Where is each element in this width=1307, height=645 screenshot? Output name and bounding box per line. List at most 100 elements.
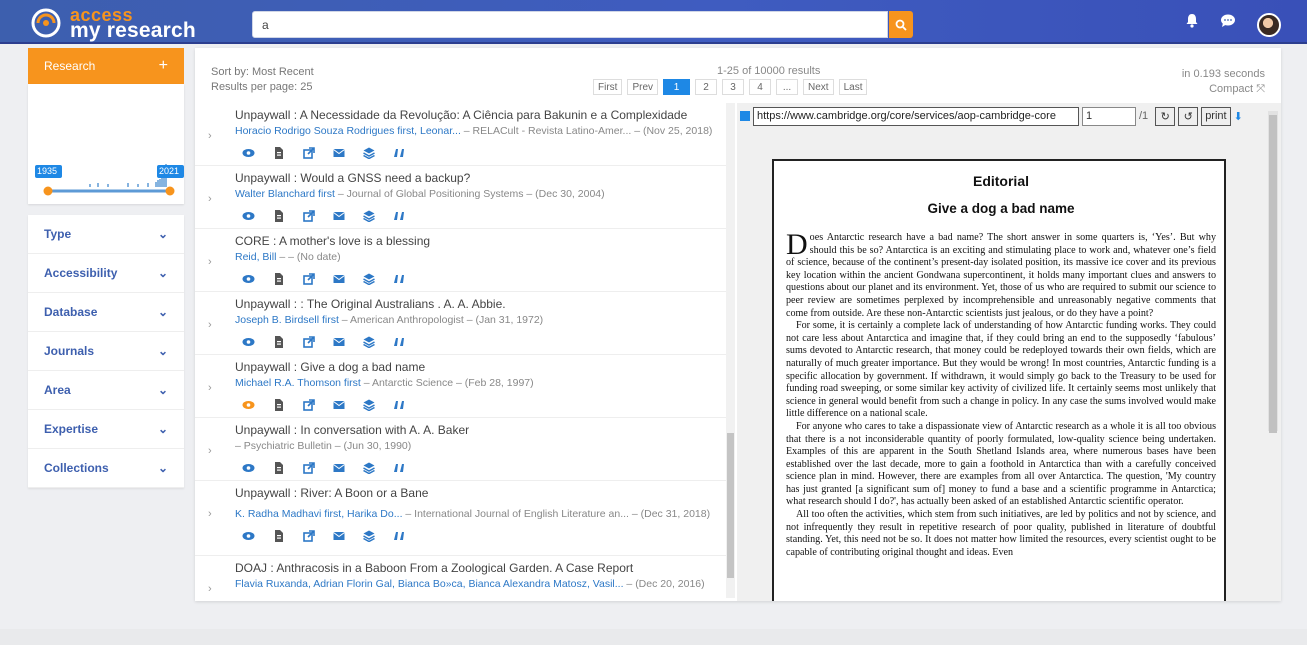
cite-icon[interactable] — [391, 272, 406, 286]
result-item[interactable]: › DOAJ : Anthracosis in a Baboon From a Z… — [195, 556, 735, 598]
view-icon[interactable] — [241, 335, 256, 349]
viewer-scrollbar[interactable] — [1268, 111, 1278, 433]
sort-select[interactable]: Sort by: Most Recent — [211, 65, 314, 80]
add-research-icon[interactable]: + — [159, 57, 168, 75]
expand-chevron-icon[interactable]: › — [208, 193, 212, 205]
facet-area[interactable]: Area ⌄ — [28, 371, 184, 410]
viewer-checkbox[interactable] — [740, 111, 750, 121]
result-authors[interactable]: Michael R.A. Thomson first — [235, 377, 361, 389]
cite-icon[interactable] — [391, 335, 406, 349]
page-3-button[interactable]: 3 — [722, 79, 745, 95]
pdf-icon[interactable] — [271, 209, 286, 223]
view-icon[interactable] — [241, 272, 256, 286]
view-icon[interactable] — [241, 461, 256, 475]
bell-icon[interactable] — [1185, 13, 1199, 33]
view-icon[interactable] — [241, 398, 256, 412]
layers-icon[interactable] — [361, 146, 376, 160]
pdf-icon[interactable] — [271, 529, 286, 543]
pdf-icon[interactable] — [271, 146, 286, 160]
viewer-page-input[interactable]: 1 — [1082, 106, 1136, 126]
facet-database[interactable]: Database ⌄ — [28, 293, 184, 332]
expand-chevron-icon[interactable]: › — [208, 583, 212, 595]
cite-icon[interactable] — [391, 461, 406, 475]
result-authors[interactable]: Reid, Bill — [235, 251, 276, 263]
refresh-button[interactable]: ↻ — [1155, 106, 1176, 126]
result-title[interactable]: Unpaywall : In conversation with A. A. B… — [235, 418, 735, 437]
expand-chevron-icon[interactable]: › — [208, 382, 212, 394]
avatar[interactable] — [1257, 13, 1281, 37]
compact-toggle[interactable]: Compact ⤧ — [1182, 82, 1265, 97]
result-title[interactable]: Unpaywall : Would a GNSS need a backup? — [235, 166, 735, 185]
layers-icon[interactable] — [361, 209, 376, 223]
research-header[interactable]: Research + — [28, 48, 184, 84]
results-scrollbar[interactable] — [726, 103, 735, 598]
result-item[interactable]: › CORE : A mother's love is a blessing Rei… — [195, 229, 735, 292]
result-title[interactable]: Unpaywall : Give a dog a bad name — [235, 355, 735, 374]
page-first-button[interactable]: First — [593, 79, 623, 95]
result-item[interactable]: › Unpaywall : River: A Boon or a Bane K. R… — [195, 481, 735, 556]
cite-icon[interactable] — [391, 209, 406, 223]
email-icon[interactable] — [331, 272, 346, 286]
result-authors[interactable]: Flavia Ruxanda, Adrian Florin Gal, Bianc… — [235, 578, 624, 590]
page-4-button[interactable]: 4 — [749, 79, 772, 95]
email-icon[interactable] — [331, 529, 346, 543]
layers-icon[interactable] — [361, 335, 376, 349]
result-title[interactable]: CORE : A mother's love is a blessing — [235, 229, 735, 248]
external-link-icon[interactable] — [301, 209, 316, 223]
result-authors[interactable]: Walter Blanchard first — [235, 188, 335, 200]
email-icon[interactable] — [331, 398, 346, 412]
facet-accessibility[interactable]: Accessibility ⌄ — [28, 254, 184, 293]
result-authors[interactable]: Joseph B. Birdsell first — [235, 314, 339, 326]
print-button[interactable]: print — [1201, 106, 1231, 126]
layers-icon[interactable] — [361, 461, 376, 475]
result-title[interactable]: Unpaywall : A Necessidade da Revolução: … — [235, 103, 735, 122]
layers-icon[interactable] — [361, 272, 376, 286]
result-item[interactable]: › Unpaywall : : The Original Australians … — [195, 292, 735, 355]
result-title[interactable]: DOAJ : Anthracosis in a Baboon From a Zo… — [235, 556, 735, 575]
page-last-button[interactable]: Last — [838, 79, 868, 95]
view-icon[interactable] — [241, 209, 256, 223]
facet-journals[interactable]: Journals ⌄ — [28, 332, 184, 371]
expand-chevron-icon[interactable]: › — [208, 319, 212, 331]
pdf-icon[interactable] — [271, 272, 286, 286]
facet-collections[interactable]: Collections ⌄ — [28, 449, 184, 488]
page-2-button[interactable]: 2 — [695, 79, 718, 95]
result-item[interactable]: › Unpaywall : Give a dog a bad name Michae… — [195, 355, 735, 418]
expand-chevron-icon[interactable]: › — [208, 508, 212, 520]
result-item[interactable]: › Unpaywall : A Necessidade da Revolução:… — [195, 103, 735, 166]
result-title[interactable]: Unpaywall : River: A Boon or a Bane — [235, 481, 735, 500]
search-button[interactable] — [889, 11, 913, 38]
result-item[interactable]: › Unpaywall : In conversation with A. A. … — [195, 418, 735, 481]
viewer-url-select[interactable]: https://www.cambridge.org/core/services/… — [753, 106, 1079, 126]
external-link-icon[interactable] — [301, 398, 316, 412]
view-icon[interactable] — [241, 529, 256, 543]
external-link-icon[interactable] — [301, 461, 316, 475]
result-authors[interactable]: K. Radha Madhavi first, Harika Do... — [235, 508, 402, 520]
view-icon[interactable] — [241, 146, 256, 160]
cite-icon[interactable] — [391, 146, 406, 160]
result-item[interactable]: › Unpaywall : Would a GNSS need a backup?… — [195, 166, 735, 229]
pdf-icon[interactable] — [271, 461, 286, 475]
cite-icon[interactable] — [391, 529, 406, 543]
expand-chevron-icon[interactable]: › — [208, 130, 212, 142]
external-link-icon[interactable] — [301, 335, 316, 349]
result-authors[interactable]: Horacio Rodrigo Souza Rodrigues first, L… — [235, 125, 461, 137]
year-timeline[interactable]: 1935 2021 — [28, 84, 184, 204]
result-title[interactable]: Unpaywall : : The Original Australians .… — [235, 292, 735, 311]
expand-chevron-icon[interactable]: › — [208, 445, 212, 457]
facet-type[interactable]: Type ⌄ — [28, 215, 184, 254]
email-icon[interactable] — [331, 461, 346, 475]
external-link-icon[interactable] — [301, 272, 316, 286]
brand-logo[interactable]: access my research — [30, 6, 196, 41]
email-icon[interactable] — [331, 209, 346, 223]
cite-icon[interactable] — [391, 398, 406, 412]
timeline-end-handle[interactable] — [165, 186, 175, 196]
download-icon[interactable]: ⬇ — [1234, 110, 1243, 123]
page-1-button[interactable]: 1 — [663, 79, 691, 95]
timeline-start-handle[interactable] — [43, 186, 53, 196]
email-icon[interactable] — [331, 146, 346, 160]
external-link-icon[interactable] — [301, 146, 316, 160]
expand-chevron-icon[interactable]: › — [208, 256, 212, 268]
search-input[interactable]: a — [252, 11, 888, 38]
pdf-icon[interactable] — [271, 335, 286, 349]
